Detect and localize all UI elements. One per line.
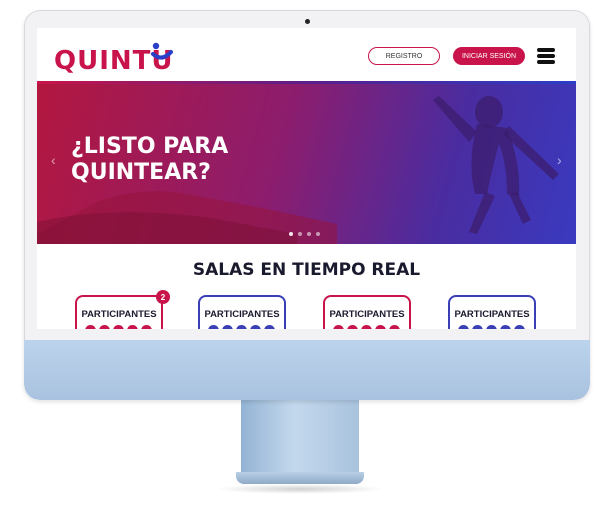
- rooms-section-title: SALAS EN TIEMPO REAL: [192, 260, 421, 280]
- register-button[interactable]: REGISTRO: [368, 47, 440, 65]
- room-card-label: PARTICIPANTES: [454, 309, 530, 320]
- carousel-dot[interactable]: [298, 232, 302, 236]
- camera-icon: [305, 19, 310, 24]
- carousel-dot[interactable]: [289, 232, 293, 236]
- monitor-chin: [24, 340, 590, 400]
- carousel-dots[interactable]: [289, 232, 320, 236]
- participant-count-badge: 2: [156, 290, 170, 304]
- hero-title: ¿LISTO PARA QUINTEAR?: [71, 134, 229, 185]
- carousel-dot[interactable]: [316, 232, 320, 236]
- room-card[interactable]: PARTICIPANTES: [448, 295, 536, 329]
- stand-shadow: [215, 484, 385, 494]
- room-card-label: PARTICIPANTES: [204, 309, 280, 320]
- room-card[interactable]: 2 PARTICIPANTES: [75, 290, 170, 329]
- login-button[interactable]: INICIAR SESIÓN: [453, 47, 525, 65]
- carousel-dot[interactable]: [307, 232, 311, 236]
- participant-avatars: [458, 325, 525, 329]
- hamburger-menu-icon[interactable]: [537, 48, 555, 64]
- logo-icon: [151, 42, 173, 60]
- participant-avatars: [85, 325, 152, 329]
- navbar: QUINTU REGISTRO INICIAR SESIÓN: [37, 28, 576, 81]
- website-screen: QUINTU REGISTRO INICIAR SESIÓN ¿LISTO PA…: [37, 28, 576, 329]
- room-card-label: PARTICIPANTES: [329, 309, 405, 320]
- room-card[interactable]: PARTICIPANTES: [323, 295, 411, 329]
- monitor-stand: [241, 400, 359, 476]
- room-card-label: PARTICIPANTES: [81, 309, 157, 320]
- hero-banner: ¿LISTO PARA QUINTEAR? ‹ ›: [37, 84, 576, 244]
- participant-avatars: [208, 325, 275, 329]
- room-card[interactable]: PARTICIPANTES: [198, 295, 286, 329]
- participant-avatars: [333, 325, 400, 329]
- monitor-stand-base: [236, 472, 364, 484]
- carousel-next-arrow-icon[interactable]: ›: [557, 152, 562, 168]
- carousel-prev-arrow-icon[interactable]: ‹: [51, 152, 56, 168]
